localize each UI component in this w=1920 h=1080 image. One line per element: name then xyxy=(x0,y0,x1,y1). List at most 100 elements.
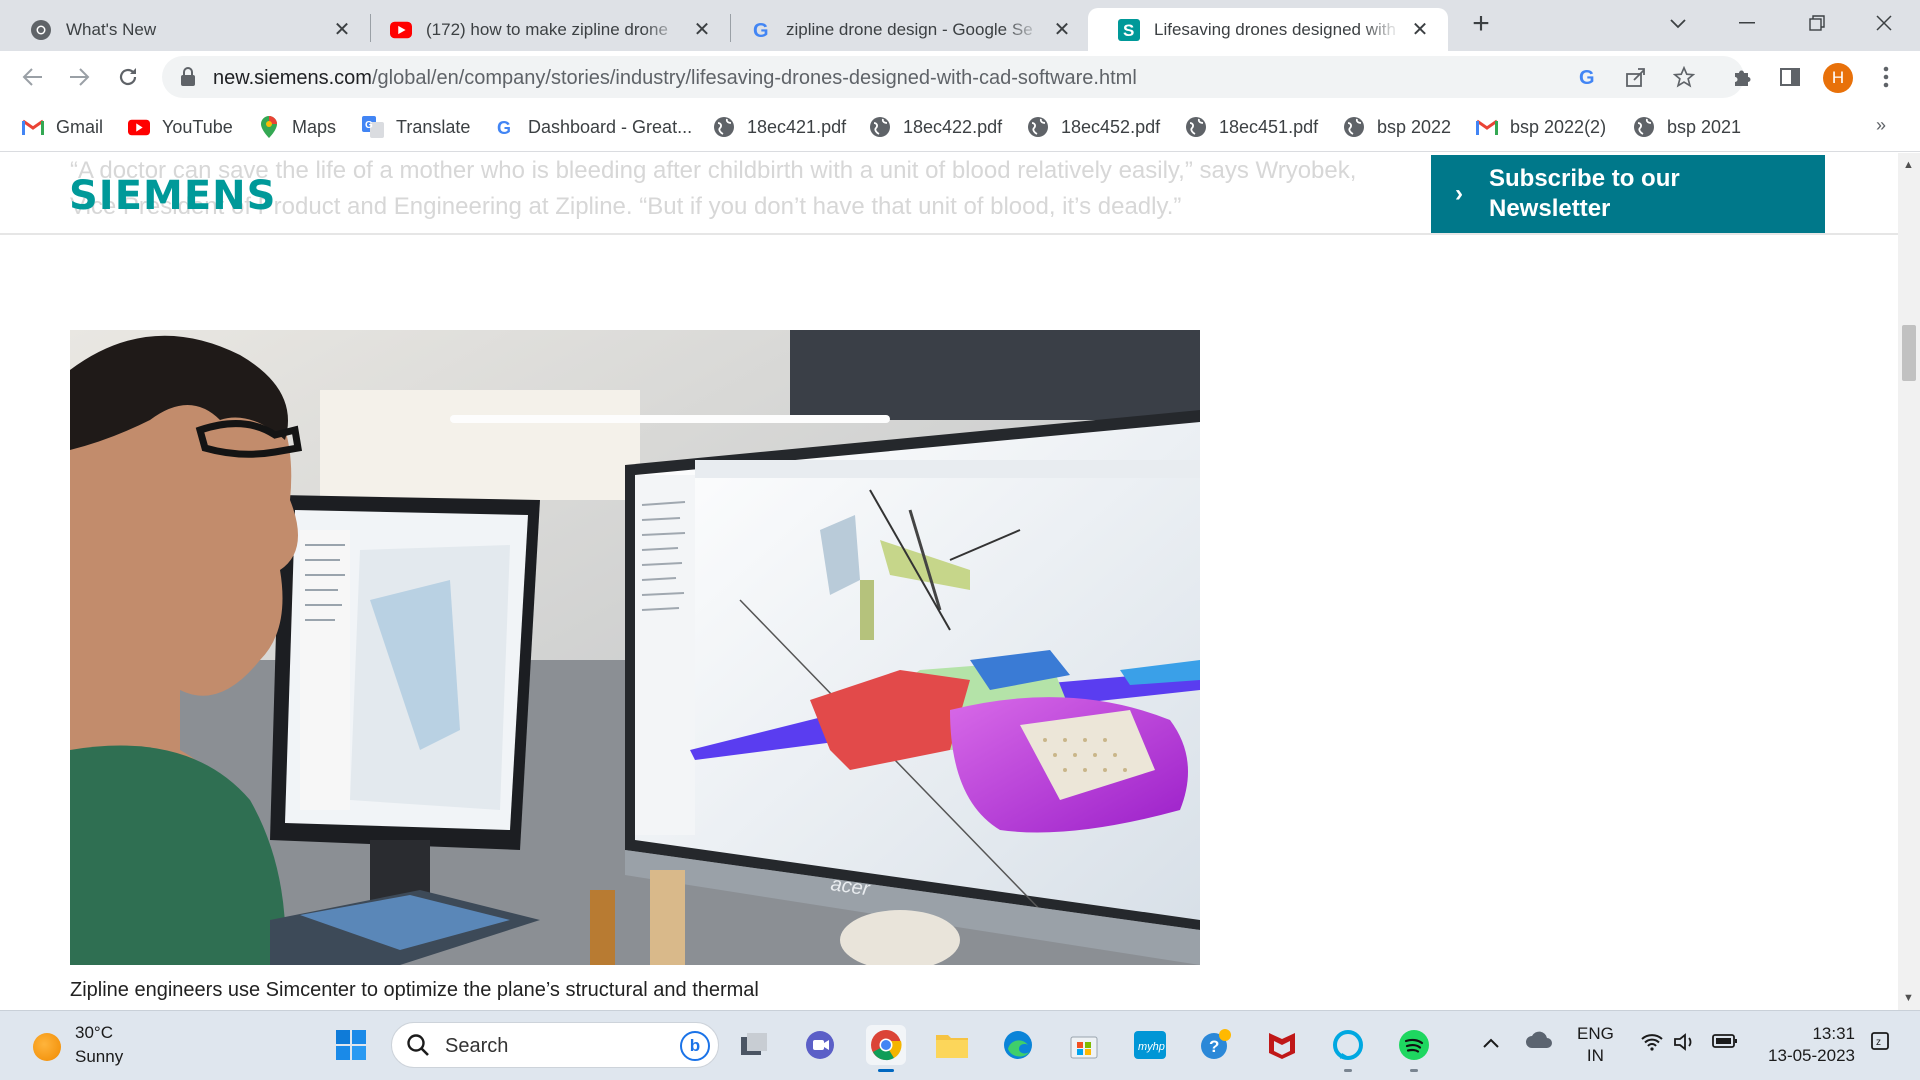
weather-condition[interactable]: Sunny xyxy=(75,1047,123,1067)
bookmark-label: Gmail xyxy=(56,116,104,137)
close-tab-icon[interactable]: ✕ xyxy=(1408,18,1432,42)
spotify-icon[interactable] xyxy=(1394,1025,1434,1072)
svg-text:myhp: myhp xyxy=(1138,1041,1165,1053)
share-icon[interactable] xyxy=(1622,63,1650,91)
tab-google-search[interactable]: G zipline drone design - Google Se ✕ xyxy=(720,8,1090,51)
tab-search-chevron-down-icon[interactable] xyxy=(1658,8,1698,38)
edge-icon[interactable] xyxy=(998,1025,1038,1065)
bookmark-gmail[interactable]: Gmail xyxy=(22,114,103,140)
tab-strip: What's New ✕ (172) how to make zipline d… xyxy=(0,0,1920,51)
bookmark-label: 18ec452.pdf xyxy=(1061,116,1161,137)
system-clock[interactable]: 13:31 13-05-2023 xyxy=(1757,1023,1855,1067)
youtube-icon xyxy=(390,19,412,41)
windows-start-icon[interactable] xyxy=(331,1025,371,1065)
svg-text:G: G xyxy=(1579,67,1595,88)
weather-sun-icon[interactable] xyxy=(33,1033,61,1061)
bookmark-label: Maps xyxy=(292,116,337,137)
menu-kebab-icon[interactable] xyxy=(1870,61,1902,93)
reload-icon[interactable] xyxy=(112,61,144,93)
bookmark-label: YouTube xyxy=(162,116,233,137)
language-indicator[interactable]: ENG IN xyxy=(1577,1023,1614,1067)
bookmark-label: bsp 2021 xyxy=(1667,116,1742,137)
youtube-icon xyxy=(128,116,150,138)
tab-title: Lifesaving drones designed with xyxy=(1154,19,1396,39)
browser-toolbar: new.siemens.com/global/en/company/storie… xyxy=(0,51,1920,103)
bookmark-bsp-2022[interactable]: bsp 2022 xyxy=(1343,114,1451,140)
scroll-thumb[interactable] xyxy=(1902,325,1916,381)
notification-bell-icon[interactable]: z xyxy=(1870,1031,1892,1058)
new-tab-button[interactable]: + xyxy=(1466,9,1496,40)
bookmark-translate[interactable]: G Translate xyxy=(362,114,470,140)
teams-chat-icon[interactable] xyxy=(800,1025,840,1065)
image-caption: Zipline engineers use Simcenter to optim… xyxy=(70,979,759,1001)
bookmark-label: bsp 2022 xyxy=(1377,116,1452,137)
globe-icon xyxy=(713,116,735,138)
bookmark-18ec451[interactable]: 18ec451.pdf xyxy=(1185,114,1318,140)
url-path: /global/en/company/stories/industry/life… xyxy=(371,67,1137,89)
microsoft-store-icon[interactable] xyxy=(1064,1025,1104,1065)
site-header: “A doctor can save the life of a mother … xyxy=(0,153,1898,235)
google-icon: G xyxy=(494,116,516,138)
chevron-right-icon: › xyxy=(1455,180,1463,207)
google-lens-icon[interactable]: G xyxy=(1574,63,1602,91)
subscribe-newsletter-button[interactable]: › Subscribe to our Newsletter xyxy=(1431,155,1825,233)
myhp-icon[interactable]: myhp xyxy=(1130,1025,1170,1065)
volume-icon[interactable] xyxy=(1673,1033,1697,1056)
file-explorer-icon[interactable] xyxy=(932,1025,972,1065)
lang-code: ENG xyxy=(1577,1024,1614,1043)
bookmark-bsp-2022-2[interactable]: bsp 2022(2) xyxy=(1476,114,1606,140)
profile-avatar[interactable]: H xyxy=(1823,63,1853,93)
url-text[interactable]: new.siemens.com/global/en/company/storie… xyxy=(213,67,1137,90)
forward-arrow-icon[interactable] xyxy=(64,61,96,93)
tab-siemens-active[interactable]: S Lifesaving drones designed with ✕ xyxy=(1088,8,1448,51)
back-arrow-icon[interactable] xyxy=(16,61,48,93)
address-bar[interactable]: new.siemens.com/global/en/company/storie… xyxy=(162,56,1744,98)
tab-whats-new[interactable]: What's New ✕ xyxy=(0,8,370,51)
bookmarks-overflow-icon[interactable]: » xyxy=(1876,115,1886,136)
svg-text:z: z xyxy=(1876,1037,1881,1048)
bookmark-bsp-2021[interactable]: bsp 2021 xyxy=(1633,114,1741,140)
close-window-icon[interactable] xyxy=(1864,8,1904,38)
wifi-icon[interactable] xyxy=(1640,1033,1664,1056)
bookmark-star-icon[interactable] xyxy=(1670,63,1698,91)
bookmark-dashboard[interactable]: G Dashboard - Great... xyxy=(494,114,692,140)
task-view-icon[interactable] xyxy=(734,1025,774,1065)
extensions-puzzle-icon[interactable] xyxy=(1726,61,1758,93)
taskbar-search-box[interactable]: Search b xyxy=(391,1022,719,1068)
svg-text:G: G xyxy=(497,118,511,137)
close-tab-icon[interactable]: ✕ xyxy=(330,18,354,42)
bookmark-18ec452[interactable]: 18ec452.pdf xyxy=(1027,114,1160,140)
bing-icon[interactable]: b xyxy=(680,1031,710,1061)
minimize-icon[interactable] xyxy=(1727,8,1767,38)
lock-icon[interactable] xyxy=(180,67,196,92)
svg-text:G: G xyxy=(753,20,769,41)
close-tab-icon[interactable]: ✕ xyxy=(690,18,714,42)
bookmark-youtube[interactable]: YouTube xyxy=(128,114,233,140)
side-panel-icon[interactable] xyxy=(1774,61,1806,93)
bookmark-maps[interactable]: Maps xyxy=(258,114,336,140)
bookmark-18ec421[interactable]: 18ec421.pdf xyxy=(713,114,846,140)
svg-text:?: ? xyxy=(1209,1037,1219,1056)
siemens-logo[interactable]: SIEMENS xyxy=(69,173,276,219)
battery-icon[interactable] xyxy=(1712,1033,1738,1054)
alexa-icon[interactable] xyxy=(1328,1025,1368,1072)
close-tab-icon[interactable]: ✕ xyxy=(1050,18,1074,42)
maps-pin-icon xyxy=(258,116,280,138)
help-notification-icon[interactable]: ? xyxy=(1196,1025,1236,1065)
page-scrollbar[interactable]: ▲ ▼ xyxy=(1898,153,1920,1010)
translate-icon: G xyxy=(362,116,384,138)
weather-temperature[interactable]: 30°C xyxy=(75,1023,113,1043)
tray-overflow-chevron-up-icon[interactable] xyxy=(1482,1033,1500,1054)
bookmarks-bar: Gmail YouTube Maps G Translate G Dashboa… xyxy=(0,103,1920,152)
mcafee-icon[interactable] xyxy=(1262,1025,1302,1065)
tab-youtube[interactable]: (172) how to make zipline drone ✕ xyxy=(360,8,730,51)
tab-title: zipline drone design - Google Se xyxy=(786,19,1033,39)
onedrive-cloud-icon[interactable] xyxy=(1525,1031,1553,1054)
chrome-taskbar-icon[interactable] xyxy=(866,1025,906,1072)
bookmark-label: 18ec421.pdf xyxy=(747,116,847,137)
bookmark-18ec422[interactable]: 18ec422.pdf xyxy=(869,114,1002,140)
scroll-up-arrow-icon[interactable]: ▲ xyxy=(1903,159,1914,171)
gmail-icon xyxy=(22,116,44,138)
restore-icon[interactable] xyxy=(1797,8,1837,38)
scroll-down-arrow-icon[interactable]: ▼ xyxy=(1903,992,1914,1004)
